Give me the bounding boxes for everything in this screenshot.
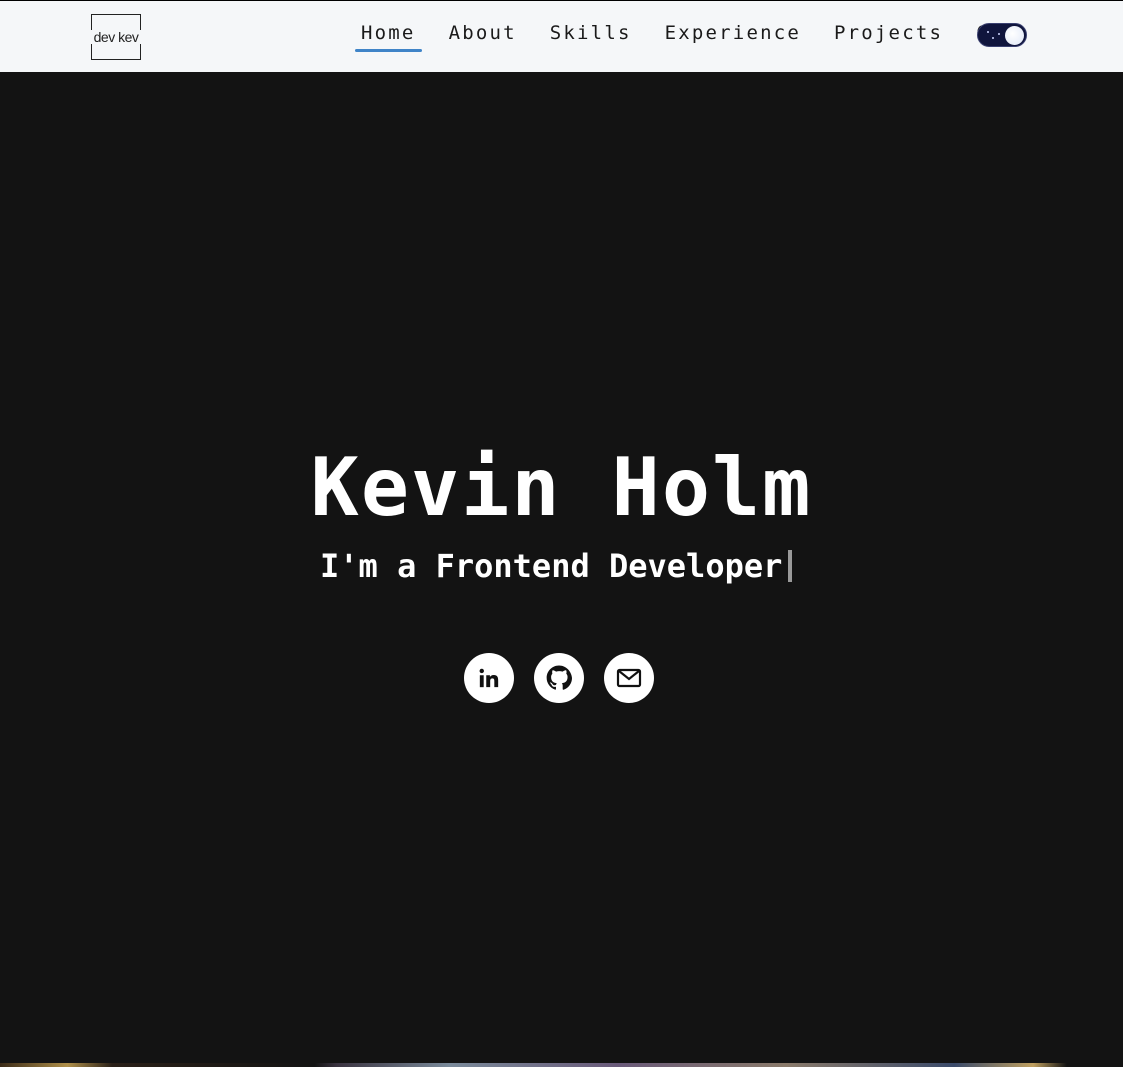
nav-link-projects[interactable]: Projects — [828, 20, 949, 52]
navbar: dev kev Home About Skills Experience Pro… — [0, 0, 1123, 72]
social-links — [464, 653, 674, 703]
main-nav: Home About Skills Experience Projects CV — [355, 20, 1019, 52]
hero-subtitle: I'm a Frontend Developer — [320, 546, 793, 586]
linkedin-link[interactable] — [464, 653, 514, 703]
theme-toggle[interactable] — [977, 23, 1027, 47]
star-icon — [992, 37, 994, 39]
star-icon — [987, 31, 989, 33]
moon-stars-icon — [1005, 26, 1024, 45]
nav-link-about[interactable]: About — [443, 20, 523, 52]
nav-link-experience[interactable]: Experience — [659, 20, 807, 52]
linkedin-icon — [479, 668, 499, 688]
github-link[interactable] — [534, 653, 584, 703]
github-icon — [546, 665, 572, 690]
email-link[interactable] — [604, 653, 654, 703]
star-icon — [998, 33, 1000, 35]
logo-text: dev kev — [92, 29, 140, 45]
next-section-edge — [0, 1063, 1123, 1067]
hero-name: Kevin Holm — [310, 441, 813, 534]
nav-link-skills[interactable]: Skills — [544, 20, 638, 52]
hero-subtitle-text: I'm a Frontend Developer — [320, 547, 783, 585]
typing-cursor — [788, 550, 793, 582]
mail-icon — [616, 668, 642, 688]
logo[interactable]: dev kev — [90, 14, 143, 60]
nav-link-home[interactable]: Home — [355, 20, 422, 52]
